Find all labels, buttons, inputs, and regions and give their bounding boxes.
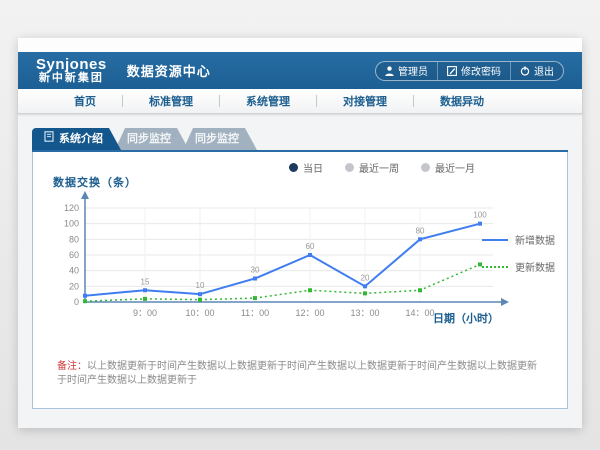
nav-item-integration-management[interactable]: 对接管理 [317,93,413,109]
current-user-label: 管理员 [398,63,428,78]
nav-item-data-change[interactable]: 数据异动 [414,93,510,109]
footnote: 备注：以上数据更新于时间产生数据以上数据更新于时间产生数据以上数据更新于时间产生… [57,360,543,388]
radio-last-month[interactable]: 最近一月 [421,160,475,175]
svg-text:15: 15 [141,277,150,286]
change-password-button[interactable]: 修改密码 [437,62,510,80]
app-window: Synjones 新中新集团 数据资源中心 管理员 修改密码 退出 [18,38,582,428]
radio-label: 最近一月 [435,160,475,175]
chart-card: 当日 最近一周 最近一月 数据交换（条） 0 20 40 60 80 100 120 9：00… [32,152,568,409]
page-top-strip [18,38,582,52]
page-title: 数据资源中心 [127,61,211,80]
svg-text:100: 100 [64,219,79,229]
power-icon [520,66,530,76]
svg-text:13：00: 13：00 [350,308,379,318]
svg-text:10：00: 10：00 [185,308,214,318]
user-toolbar: 管理员 修改密码 退出 [375,61,564,81]
tab-label: 同步监控 [195,128,239,150]
change-password-label: 修改密码 [461,63,501,78]
tab-label: 同步监控 [127,128,171,150]
radio-dot-icon [345,163,354,172]
legend-label: 新增数据 [515,232,555,247]
radio-label: 最近一周 [359,160,399,175]
radio-label: 当日 [303,160,323,175]
y-axis-title: 数据交换（条） [53,174,137,190]
tab-bar: 系统介绍 同步监控 同步监控 [32,128,582,150]
nav-item-standard-management[interactable]: 标准管理 [123,93,219,109]
logo-text-en: Synjones [36,57,107,73]
svg-text:80: 80 [416,226,425,235]
radio-dot-icon [289,163,298,172]
current-user-button[interactable]: 管理员 [376,62,437,80]
svg-text:60: 60 [306,242,315,251]
logout-button[interactable]: 退出 [510,62,563,80]
svg-text:9：00: 9：00 [133,308,157,318]
svg-text:80: 80 [69,234,79,244]
chart-legend: 新增数据 更新数据 [482,232,555,274]
svg-text:20: 20 [69,281,79,291]
tab-sync-monitor-1[interactable]: 同步监控 [115,128,189,150]
main-navbar: 首页 标准管理 系统管理 对接管理 数据异动 [18,89,582,114]
svg-text:20: 20 [361,273,370,282]
solid-line-icon [482,239,508,241]
time-range-filter: 当日 最近一周 最近一月 [289,160,475,175]
tab-sync-monitor-2[interactable]: 同步监控 [183,128,257,150]
legend-label: 更新数据 [515,259,555,274]
radio-last-week[interactable]: 最近一周 [345,160,399,175]
nav-item-system-management[interactable]: 系统管理 [220,93,316,109]
legend-item-new-data[interactable]: 新增数据 [482,232,555,247]
tab-label: 系统介绍 [59,128,103,150]
svg-text:60: 60 [69,250,79,260]
edit-icon [447,66,457,76]
legend-item-updated-data[interactable]: 更新数据 [482,259,555,274]
content-area: 系统介绍 同步监控 同步监控 当日 最近一周 [18,114,582,428]
svg-text:10: 10 [196,281,205,290]
logo-text-cn: 新中新集团 [39,73,104,85]
app-header: Synjones 新中新集团 数据资源中心 管理员 修改密码 退出 [18,52,582,89]
radio-dot-icon [421,163,430,172]
svg-text:0: 0 [74,297,79,307]
svg-text:12：00: 12：00 [295,308,324,318]
footnote-label: 备注： [57,361,87,372]
dotted-line-icon [482,266,508,268]
tab-system-intro[interactable]: 系统介绍 [32,128,121,150]
radio-today[interactable]: 当日 [289,160,323,175]
nav-item-home[interactable]: 首页 [48,93,122,109]
svg-text:120: 120 [64,203,79,213]
logout-label: 退出 [534,63,554,78]
user-icon [385,66,394,76]
svg-text:30: 30 [251,266,260,275]
svg-text:100: 100 [473,211,487,220]
svg-text:14：00: 14：00 [405,308,434,318]
footnote-text: 以上数据更新于时间产生数据以上数据更新于时间产生数据以上数据更新于时间产生数据以… [57,361,537,386]
company-logo: Synjones 新中新集团 [28,57,121,84]
svg-text:11：00: 11：00 [241,308,269,318]
x-axis-title: 日期（小时） [433,310,499,326]
document-icon [44,128,54,150]
svg-text:40: 40 [69,266,79,276]
